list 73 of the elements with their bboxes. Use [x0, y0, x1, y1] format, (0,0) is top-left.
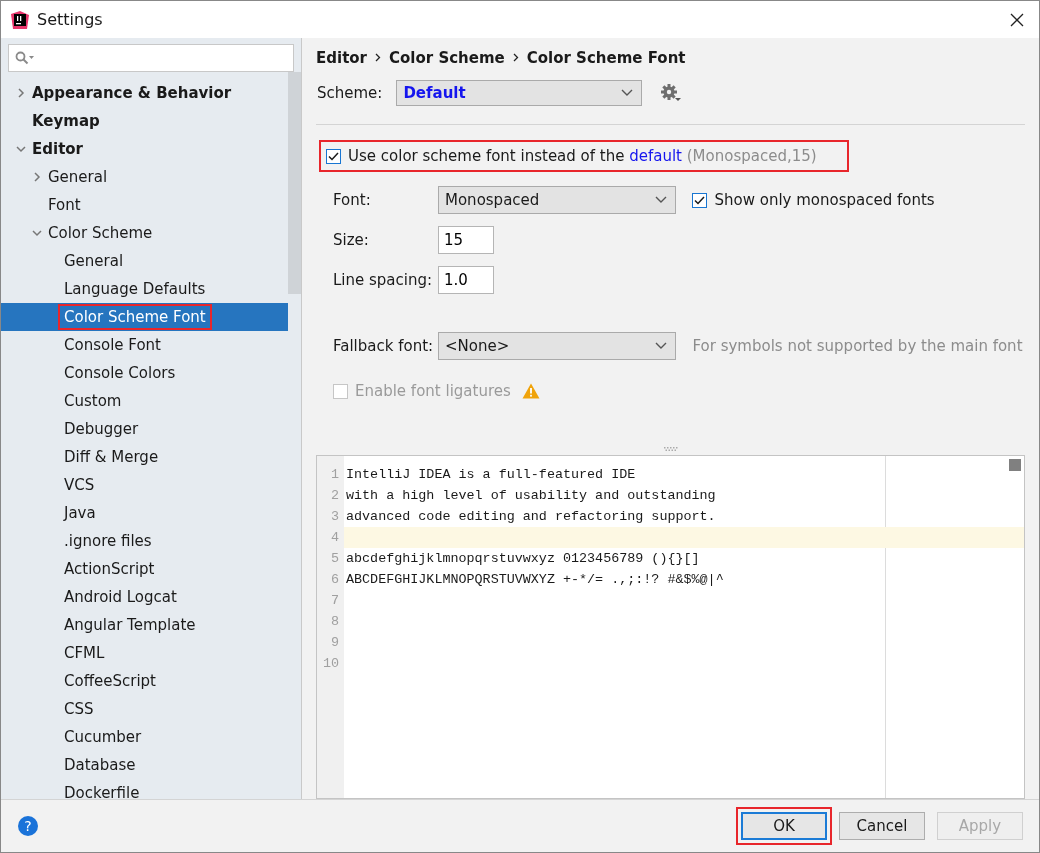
tree-item[interactable]: Editor [1, 135, 288, 163]
tree-item[interactable]: Color Scheme Font [1, 303, 288, 331]
scheme-dropdown[interactable]: Default [396, 80, 643, 107]
scheme-label: Scheme: [317, 84, 383, 103]
line-spacing-label: Line spacing: [333, 271, 434, 290]
font-label: Font: [333, 191, 372, 210]
tree-item[interactable]: Color Scheme [1, 219, 288, 247]
app-logo-icon [11, 10, 29, 29]
tree-item[interactable]: CSS [1, 695, 288, 723]
close-icon[interactable] [1009, 11, 1025, 28]
tree-item[interactable]: Android Logcat [1, 583, 288, 611]
code-line: abcdefghijklmnopqrstuvwxyz 0123456789 (){}[] [345, 550, 700, 566]
tree-item[interactable]: Angular Template [1, 611, 288, 639]
search-field[interactable] [8, 44, 294, 72]
checkbox-label: Use color scheme font instead of the default (Monospaced,15) [348, 147, 817, 166]
tree-item[interactable]: .ignore files [1, 527, 288, 555]
tree-item[interactable]: Console Font [1, 331, 288, 359]
chevron-down-icon[interactable] [15, 144, 26, 154]
tree-item[interactable]: Custom [1, 387, 288, 415]
tree-item[interactable]: Keymap [1, 107, 288, 135]
dialog-button[interactable]: Cancel [839, 812, 925, 840]
tree-item[interactable]: VCS [1, 471, 288, 499]
code-line: ABCDEFGHIJKLMNOPQRSTUVWXYZ +-*/= .,;:!? #&$%@|^ [345, 571, 724, 587]
tree-item[interactable]: CoffeeScript [1, 667, 288, 695]
breadcrumb-item: Editor [316, 48, 367, 67]
tree-item[interactable]: Java [1, 499, 288, 527]
gear-icon[interactable] [660, 83, 683, 104]
tree-item[interactable]: Dockerfile [1, 779, 288, 799]
breadcrumb-item: Color Scheme [389, 48, 505, 67]
splitter-handle-icon[interactable] [663, 446, 678, 451]
tree-item[interactable]: ActionScript [1, 555, 288, 583]
chevron-down-icon [621, 89, 634, 98]
chevron-right-icon[interactable] [15, 88, 26, 98]
tree-item[interactable]: Font [1, 191, 288, 219]
fallback-font-label: Fallback font: [333, 337, 435, 356]
font-dropdown[interactable]: Monospaced [438, 186, 676, 215]
size-field[interactable]: 15 [438, 226, 494, 255]
code-line: advanced code editing and refactoring support. [345, 508, 716, 524]
tree-item[interactable]: Database [1, 751, 288, 779]
tree-item[interactable]: Diff & Merge [1, 443, 288, 471]
breadcrumb-item: Color Scheme Font [526, 48, 686, 67]
warning-icon [521, 383, 540, 400]
window-title: Settings [37, 10, 103, 29]
line-spacing-field[interactable]: 1.0 [438, 266, 494, 295]
chevron-right-icon[interactable] [31, 172, 42, 182]
size-label: Size: [333, 231, 370, 250]
chevron-down-icon [655, 342, 667, 351]
tree-item[interactable]: CFML [1, 639, 288, 667]
checkbox-label: Show only monospaced fonts [714, 191, 935, 210]
chevron-right-icon [375, 53, 381, 63]
tree-item[interactable]: Cucumber [1, 723, 288, 751]
code-line: IntelliJ IDEA is a full-featured IDE [345, 466, 636, 482]
default-link[interactable]: default [629, 147, 682, 166]
tree-item[interactable]: General [1, 163, 288, 191]
search-icon [15, 51, 35, 65]
tree-item[interactable]: Debugger [1, 415, 288, 443]
hint-text: For symbols not supported by the main font [692, 337, 1024, 356]
checkbox-label: Enable font ligatures [355, 382, 511, 401]
fallback-font-dropdown[interactable]: <None> [438, 332, 676, 361]
error-stripe-marker [1009, 458, 1021, 471]
tree-item[interactable]: General [1, 247, 288, 275]
chevron-right-icon [512, 53, 519, 63]
tree-item[interactable]: Appearance & Behavior [1, 79, 288, 107]
checkbox[interactable] [326, 148, 341, 164]
tree-item[interactable]: Language Defaults [1, 275, 288, 303]
line-number: 4 [317, 526, 344, 548]
chevron-down-icon [655, 196, 667, 205]
code-line: with a high level of usability and outstanding [345, 487, 716, 503]
chevron-down-icon[interactable] [31, 228, 42, 238]
tree-item[interactable]: Console Colors [1, 359, 288, 387]
ok-button[interactable]: OK [741, 812, 827, 840]
help-icon[interactable]: ? [17, 815, 39, 837]
checkbox[interactable] [692, 192, 708, 208]
